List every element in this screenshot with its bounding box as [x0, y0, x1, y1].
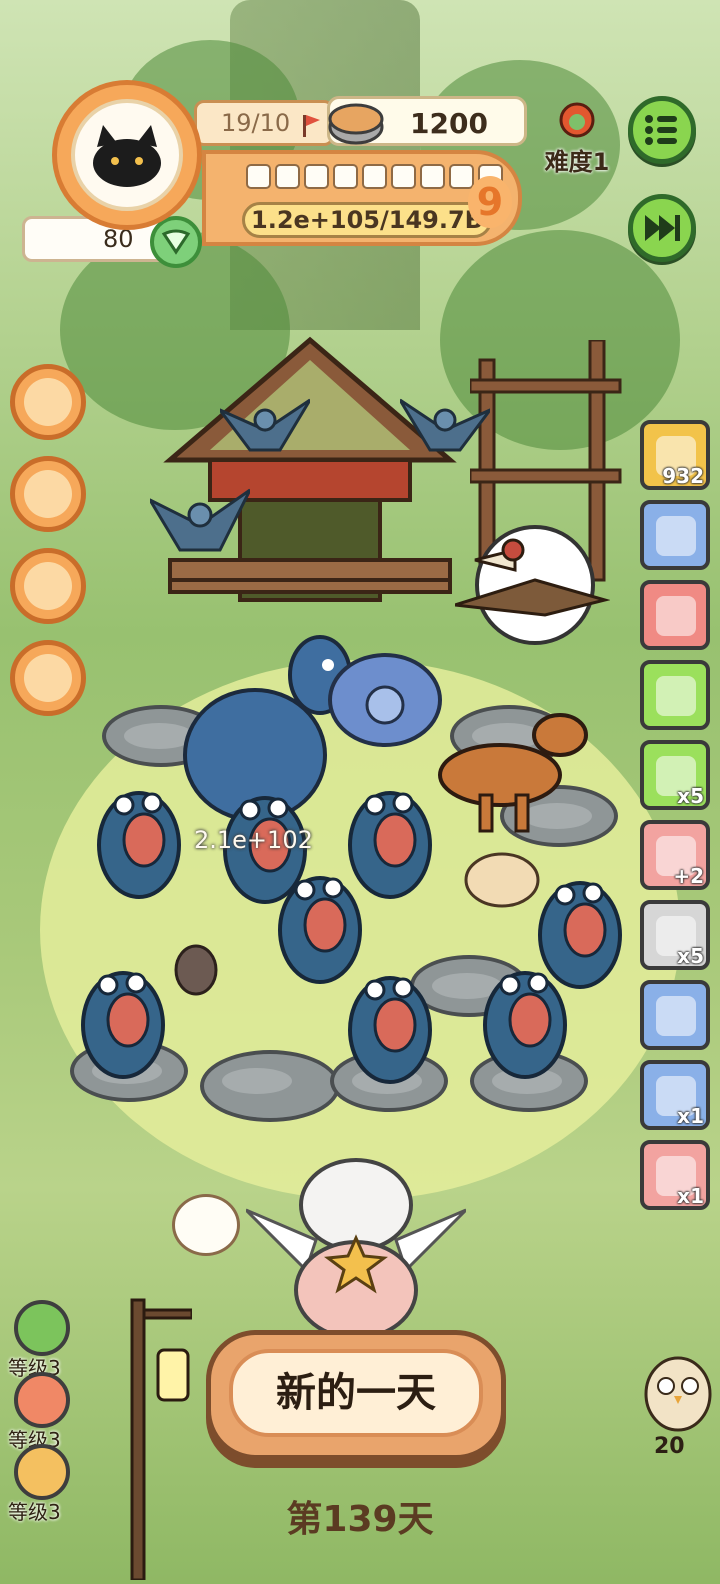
camera-icon [656, 516, 696, 556]
progress-box [304, 164, 329, 189]
black-cat-icon [93, 125, 161, 187]
side-item-count: +2 [673, 864, 704, 888]
owl-counter[interactable]: 20 [640, 1348, 716, 1460]
experience-text: 1.2e+105/149.7B [242, 202, 492, 238]
coin-counter[interactable]: 1200 [327, 96, 527, 146]
progress-box [420, 164, 445, 189]
side-item-card[interactable]: x1 [640, 1060, 710, 1130]
boost-item[interactable]: 等级3 [8, 1444, 74, 1524]
day-counter: 第139天 [286, 1499, 434, 1540]
side-item-count: x1 [677, 1184, 704, 1208]
fish-creature[interactable] [68, 965, 178, 1095]
boost-level-label: 等级3 [8, 1500, 61, 1524]
fish-creature[interactable] [335, 970, 445, 1100]
cat-food-can-icon [328, 103, 384, 145]
menu-button[interactable] [628, 96, 696, 164]
difficulty-label: 难度1 [544, 148, 610, 176]
progress-boxes [246, 164, 503, 189]
progress-box [362, 164, 387, 189]
left-menu-button[interactable] [10, 456, 86, 532]
owl-icon [644, 1356, 712, 1432]
owl-count: 20 [654, 1434, 685, 1459]
pterosaur[interactable] [150, 480, 250, 570]
fish-creature[interactable] [84, 785, 194, 915]
jar-icon [656, 996, 696, 1036]
side-item-card[interactable] [640, 980, 710, 1050]
progress-box [246, 164, 271, 189]
flag-icon [303, 115, 320, 137]
side-item-count: x1 [677, 1104, 704, 1128]
fast-forward-button[interactable] [628, 194, 696, 262]
side-item-count: x5 [677, 784, 704, 808]
left-menu-button[interactable] [10, 548, 86, 624]
bomb-icon [656, 596, 696, 636]
hut [163, 336, 457, 602]
level-progress[interactable]: 19/10 [194, 100, 334, 146]
boost-item[interactable]: 等级3 [8, 1300, 74, 1380]
side-item-count: 932 [662, 464, 704, 488]
bat[interactable] [166, 935, 226, 1005]
fish-creature[interactable] [470, 965, 580, 1095]
fast-forward-icon [645, 215, 680, 241]
pterosaur[interactable] [400, 390, 490, 470]
coin-value: 1200 [410, 107, 488, 140]
boost-icon [14, 1444, 70, 1500]
side-item-count: x5 [677, 944, 704, 968]
cat-face-icon [24, 378, 72, 426]
pterosaur[interactable] [220, 390, 310, 470]
card-icon [656, 676, 696, 716]
progress-box [391, 164, 416, 189]
left-menu-button[interactable] [10, 364, 86, 440]
new-day-label: 新的一天 [229, 1349, 483, 1437]
raptor[interactable] [420, 705, 590, 835]
avatar-frame[interactable] [52, 80, 202, 230]
difficulty-flower-icon [559, 102, 595, 138]
side-item-card[interactable]: x5 [640, 900, 710, 970]
certificate-bubble[interactable] [172, 1194, 240, 1256]
hamster[interactable] [462, 848, 542, 908]
stone-slot[interactable] [200, 1050, 340, 1122]
lantern-post [130, 1298, 192, 1580]
left-menu-button[interactable] [10, 640, 86, 716]
experience-band: 1.2e+105/149.7B 9 [202, 150, 522, 246]
side-item-card[interactable]: +2 [640, 820, 710, 890]
difficulty-indicator[interactable]: 难度1 [532, 98, 622, 178]
side-item-card[interactable] [640, 580, 710, 650]
boost-icon [14, 1372, 70, 1428]
side-item-card[interactable]: x1 [640, 1140, 710, 1210]
scratch-post-icon [24, 470, 72, 518]
heart-icon[interactable] [150, 216, 202, 268]
damage-text: 2.1e+102 [194, 826, 313, 854]
new-day-button[interactable]: 新的一天 [206, 1330, 506, 1460]
side-item-card[interactable] [640, 660, 710, 730]
side-item-card[interactable]: x5 [640, 740, 710, 810]
pterosaur-perch[interactable] [454, 520, 611, 650]
avatar [71, 99, 183, 211]
progress-box [275, 164, 300, 189]
rank-number: 9 [468, 176, 512, 228]
menu-icon [645, 115, 677, 145]
progress-box [449, 164, 474, 189]
boost-icon [14, 1300, 70, 1356]
box-icon [24, 562, 72, 610]
medkit-icon [24, 654, 72, 702]
side-item-card[interactable] [640, 500, 710, 570]
profile-card: 1.2e+105/149.7B 9 19/10 1200 80 [22, 80, 532, 268]
progress-box [333, 164, 358, 189]
side-item-card[interactable]: 932 [640, 420, 710, 490]
boost-item[interactable]: 等级3 [8, 1372, 74, 1452]
angel-cat[interactable] [246, 1150, 466, 1340]
level-progress-text: 19/10 [221, 109, 291, 137]
